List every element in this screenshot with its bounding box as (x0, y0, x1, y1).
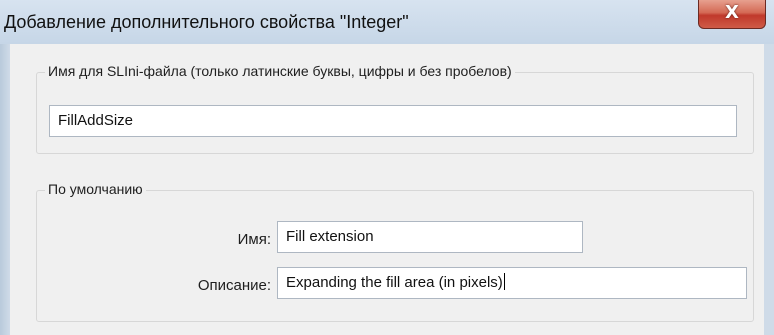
name-input[interactable]: Fill extension (277, 221, 583, 253)
default-group-legend: По умолчанию (45, 181, 146, 197)
close-icon: X (725, 2, 739, 23)
ini-name-group: Имя для SLIni-файла (только латинские бу… (36, 63, 754, 154)
description-input[interactable]: Expanding the fill area (in pixels) (277, 267, 747, 299)
dialog-window: Добавление дополнительного свойства "Int… (0, 0, 774, 335)
default-group: По умолчанию Имя: Fill extension Описани… (36, 181, 754, 322)
description-input-value: Expanding the fill area (in pixels) (286, 274, 503, 291)
ini-name-group-legend: Имя для SLIni-файла (только латинские бу… (45, 63, 515, 79)
window-title: Добавление дополнительного свойства "Int… (4, 12, 409, 32)
window-frame-edge (0, 0, 10, 335)
close-button[interactable]: X (698, 0, 766, 29)
ini-name-input[interactable]: FillAddSize (49, 105, 737, 137)
title-bar[interactable]: Добавление дополнительного свойства "Int… (0, 0, 774, 44)
text-caret (503, 273, 505, 290)
dialog-body: Имя для SLIni-файла (только латинские бу… (10, 44, 764, 335)
description-label: Описание: (197, 277, 271, 294)
name-label: Имя: (237, 231, 271, 248)
